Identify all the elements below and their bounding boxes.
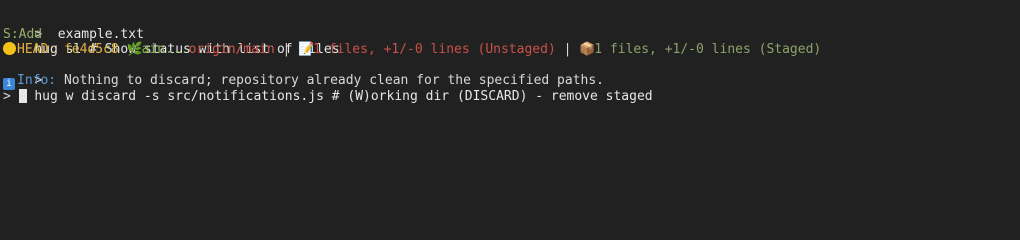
herb-icon: 🌿 [126,42,143,58]
yellow-circle-icon [3,42,16,56]
terminal-line-4: > hug w discard -s src/notifications.js … [3,58,1020,104]
terminal-line-2: S:Add example.txt [3,27,1020,43]
terminal-line-5: i Info: Nothing to discard; repository al… [3,73,1020,91]
prompt-symbol: > [3,88,11,104]
terminal-line-1: > hug sl # Show status with list of file… [3,11,1020,58]
remote-branch: origin/main [188,42,275,58]
info-message: Nothing to discard; repository already c… [63,73,605,89]
separator: | [282,42,291,58]
head-label: HEAD: [17,42,57,58]
memo-icon: 📝 [298,42,315,58]
file-name: example.txt [57,26,144,42]
separator: | [563,42,572,58]
command-text: hug w discard -s src/notifications.js # … [34,88,653,104]
info-label: Info: [17,73,57,89]
file-status-label: S:Add [3,26,43,42]
text-cursor[interactable] [18,88,27,103]
unstaged-summary: 1 files, +1/-0 lines (Unstaged) [313,42,556,58]
staged-summary: 1 files, +1/-0 lines (Staged) [594,42,822,58]
package-icon: 📦 [579,42,596,58]
terminal-line-3: HEAD: fe4d5c8 🌿ain...origin/main | 📝1 fi… [3,42,1020,58]
terminal-window[interactable]: > hug sl # Show status with list of file… [0,0,1020,240]
branch-name: ain... [141,42,189,58]
commit-hash: fe4d5c8 [63,42,119,58]
